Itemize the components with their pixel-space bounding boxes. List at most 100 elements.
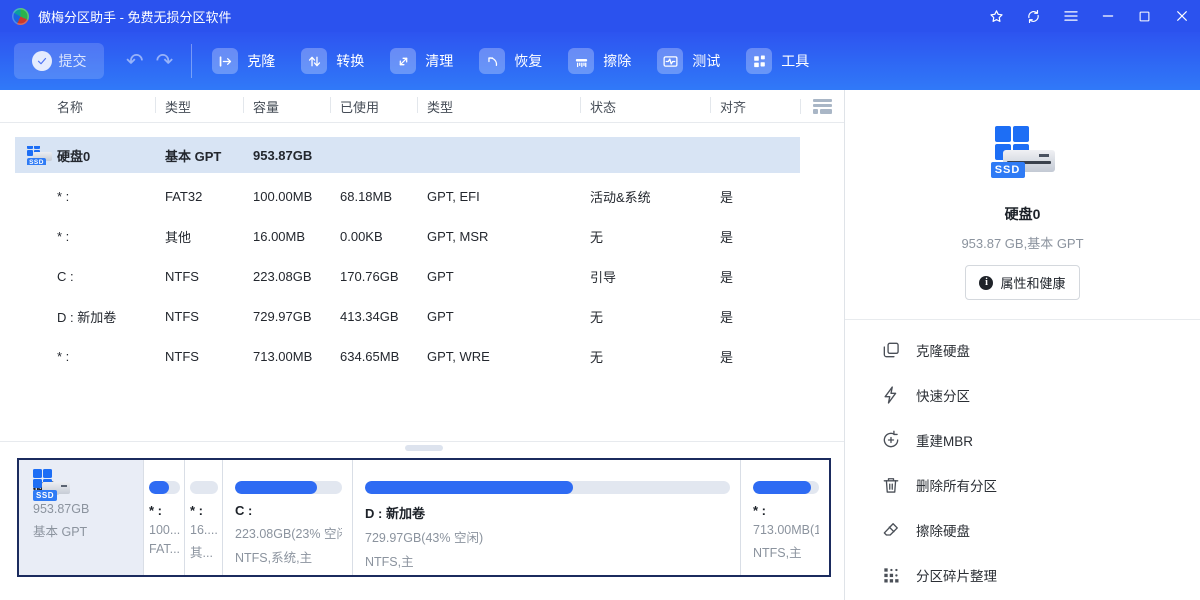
close-icon [1174,8,1190,24]
disk-fs-cell: 基本 GPT [155,146,243,165]
defrag-grid-icon [881,565,901,585]
splitter-handle[interactable] [405,445,443,451]
table-row-partition[interactable]: D : 新加卷 NTFS 729.97GB 413.34GB GPT 无 是 [0,296,844,336]
clone-label: 克隆 [247,51,275,71]
erase-icon [568,48,594,74]
disk-name-cell: SSD 硬盘0 [0,146,155,165]
minimize-button[interactable] [1089,0,1126,32]
tools-button[interactable]: 工具 [746,48,809,74]
submit-button[interactable]: 提交 [14,43,104,79]
app-logo-icon [12,8,29,25]
right-sidebar: SSD 硬盘0 953.87 GB,基本 GPT i 属性和健康 克隆硬盘 快速… [845,90,1200,600]
minimize-icon [1100,8,1116,24]
refresh-button[interactable] [1015,0,1052,32]
hamburger-menu-icon [1062,7,1080,25]
usage-bar [365,481,730,494]
maximize-button[interactable] [1126,0,1163,32]
clone-icon [212,48,238,74]
test-label: 测试 [692,51,720,71]
check-circle-icon [32,51,52,71]
header-filesystem[interactable]: 类型 [155,97,243,116]
action-rebuild-mbr[interactable]: 重建MBR [845,417,1200,462]
usage-bar [753,481,819,494]
action-quick-partition[interactable]: 快速分区 [845,372,1200,417]
table-row-partition[interactable]: C : NTFS 223.08GB 170.76GB GPT 引导 是 [0,256,844,296]
action-wipe-disk[interactable]: 擦除硬盘 [845,507,1200,552]
erase-label: 擦除 [603,51,631,71]
info-icon: i [979,276,993,290]
panel-divider [0,441,844,442]
disk-map-partition[interactable]: * : 16.... 其... [184,460,222,575]
star-icon [988,8,1005,25]
submit-label: 提交 [59,51,87,71]
action-clone-disk[interactable]: 克隆硬盘 [845,327,1200,372]
disk-capacity-cell: 953.87GB [243,148,330,163]
close-button[interactable] [1163,0,1200,32]
test-icon [657,48,683,74]
disk-size: 953.87GB [33,502,131,516]
recover-label: 恢复 [514,51,542,71]
table-header: 名称 类型 容量 已使用 类型 状态 对齐 [0,90,844,123]
copy-icon [881,340,901,360]
action-defragment[interactable]: 分区碎片整理 [845,552,1200,597]
usage-bar [190,481,218,494]
disk-table: SSD 硬盘0 基本 GPT 953.87GB * : FAT32 100.00… [0,123,844,376]
clone-button[interactable]: 克隆 [212,48,275,74]
clean-icon [390,48,416,74]
table-row-partition[interactable]: * : NTFS 713.00MB 634.65MB GPT, WRE 无 是 [0,336,844,376]
disk-map-disk-block[interactable]: SSD 硬盘0 953.87GB 基本 GPT [19,460,143,575]
header-capacity[interactable]: 容量 [243,97,330,116]
toolbar: 提交 ↶ ↷ 克隆 转换 清理 恢复 擦除 测试 [0,32,1200,90]
header-type[interactable]: 类型 [417,97,580,116]
disk-map-partition[interactable]: C : 223.08GB(23% 空闲) NTFS,系统,主 [222,460,352,575]
toolbar-button-group: 克隆 转换 清理 恢复 擦除 测试 工具 [212,48,809,74]
disk-map-partition[interactable]: * : 100... FAT... [143,460,184,575]
recover-icon [479,48,505,74]
sidebar-disk-info: 953.87 GB,基本 GPT [961,233,1083,252]
erase-button[interactable]: 擦除 [568,48,631,74]
clean-label: 清理 [425,51,453,71]
header-aligned[interactable]: 对齐 [710,97,800,116]
redo-icon[interactable]: ↷ [156,49,174,73]
table-row-partition[interactable]: * : 其他 16.00MB 0.00KB GPT, MSR 无 是 [0,216,844,256]
convert-button[interactable]: 转换 [301,48,364,74]
sidebar-actions: 克隆硬盘 快速分区 重建MBR 删除所有分区 擦除硬盘 [845,320,1200,597]
disk-map-strip: SSD 硬盘0 953.87GB 基本 GPT * : 100... FAT..… [17,458,831,577]
window-controls [978,0,1200,32]
window-title: 傲梅分区助手 - 免费无损分区软件 [38,7,232,26]
convert-label: 转换 [336,51,364,71]
favorite-button[interactable] [978,0,1015,32]
undo-icon[interactable]: ↶ [126,49,144,73]
properties-health-button[interactable]: i 属性和健康 [965,265,1079,300]
trash-icon [881,475,901,495]
refresh-icon [1025,8,1042,25]
header-name[interactable]: 名称 [0,97,155,116]
recover-button[interactable]: 恢复 [479,48,542,74]
main-content: 名称 类型 容量 已使用 类型 状态 对齐 SSD 硬盘0 基本 GPT 953… [0,90,845,600]
tools-icon [746,48,772,74]
disk-map-partition[interactable]: * : 713.00MB(1... NTFS,主 [740,460,829,575]
menu-button[interactable] [1052,0,1089,32]
header-status[interactable]: 状态 [580,97,710,116]
disk-type: 基本 GPT [33,521,131,540]
usage-bar [235,481,342,494]
action-delete-all-partitions[interactable]: 删除所有分区 [845,462,1200,507]
convert-icon [301,48,327,74]
sidebar-disk-name: 硬盘0 [1005,204,1041,224]
eraser-icon [881,520,901,540]
view-options-button[interactable] [800,99,845,114]
ssd-disk-icon: SSD [27,146,53,165]
header-used[interactable]: 已使用 [330,97,417,116]
test-button[interactable]: 测试 [657,48,720,74]
table-row-disk0[interactable]: SSD 硬盘0 基本 GPT 953.87GB [0,137,844,173]
toolbar-divider [191,44,192,78]
lightning-icon [881,385,901,405]
clean-button[interactable]: 清理 [390,48,453,74]
disk-map-partition[interactable]: D : 新加卷 729.97GB(43% 空闲) NTFS,主 [352,460,740,575]
usage-bar [149,481,180,494]
maximize-icon [1137,9,1152,24]
ssd-disk-icon-large: SSD [987,126,1059,188]
table-row-partition[interactable]: * : FAT32 100.00MB 68.18MB GPT, EFI 活动&系… [0,176,844,216]
list-layout-icon [813,99,832,114]
title-bar: 傲梅分区助手 - 免费无损分区软件 [0,0,1200,32]
